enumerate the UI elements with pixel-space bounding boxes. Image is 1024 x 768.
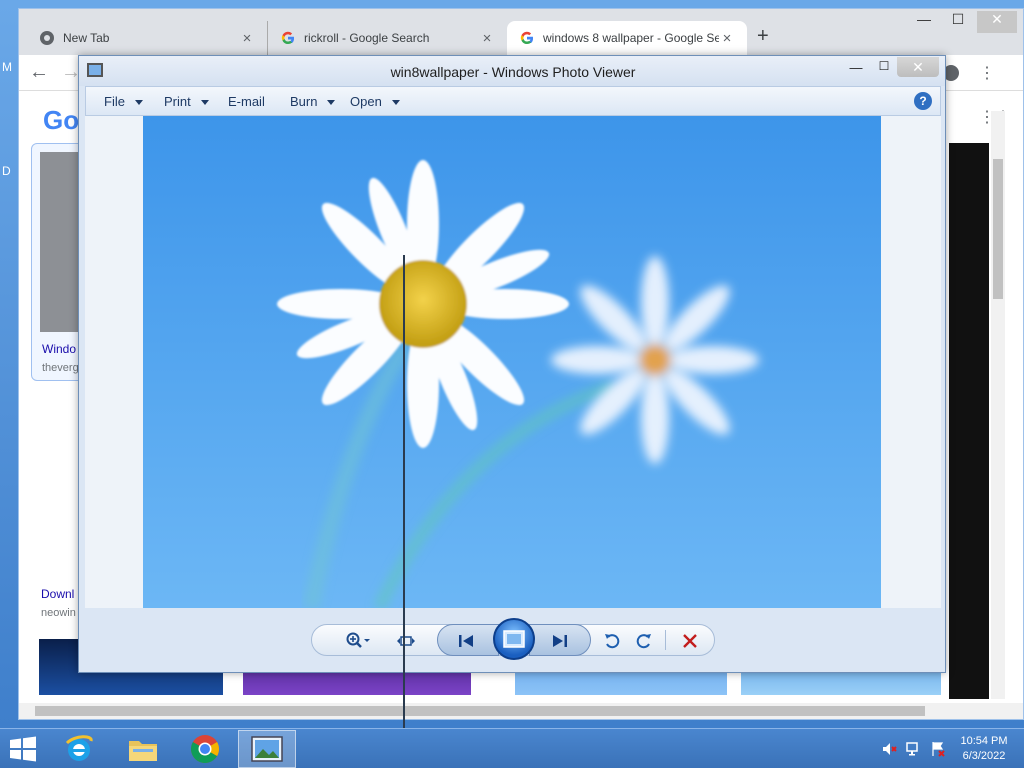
tab-rickroll-search[interactable]: rickroll - Google Search × (267, 21, 507, 55)
wallpaper-image (143, 116, 881, 608)
internet-explorer-icon (65, 735, 93, 761)
menu-label: File (104, 94, 125, 109)
tab-windows-8-wallpaper-search[interactable]: windows 8 wallpaper - Google Search × (507, 21, 747, 55)
menu-label: Print (164, 94, 191, 109)
system-tray: 10:54 PM 6/3/2022 (878, 729, 1024, 768)
taskbar-internet-explorer[interactable] (50, 730, 108, 768)
chevron-down-icon (200, 100, 209, 106)
minimize-button[interactable]: — (907, 11, 941, 33)
taskbar-chrome[interactable] (176, 730, 234, 768)
chrome-icon (40, 31, 54, 45)
command-bar: File Print E-mail Burn Open ? (85, 86, 941, 116)
result-title[interactable]: Windo (42, 342, 76, 356)
back-button[interactable]: ← (29, 61, 49, 84)
zoom-icon[interactable] (343, 630, 373, 652)
delete-icon[interactable] (679, 630, 701, 652)
desktop-edge-text: M (2, 60, 12, 74)
tab-close-icon[interactable]: × (239, 30, 255, 47)
file-explorer-icon (129, 741, 157, 761)
next-icon[interactable] (549, 630, 571, 652)
rotate-counterclockwise-icon[interactable] (601, 630, 623, 652)
burn-menu[interactable]: Burn (290, 94, 336, 109)
result-source: theverg (42, 362, 79, 374)
open-menu[interactable]: Open (350, 94, 400, 109)
tab-title: rickroll - Google Search (304, 31, 430, 45)
maximize-button[interactable]: ☐ (877, 59, 891, 73)
scrollbar-thumb[interactable] (993, 159, 1003, 299)
close-button[interactable]: ✕ (897, 57, 939, 77)
new-tab-button[interactable]: + (757, 25, 769, 48)
google-logo[interactable]: Go (43, 105, 79, 136)
chevron-down-icon (134, 100, 143, 106)
image-canvas (85, 116, 941, 608)
rotate-clockwise-icon[interactable] (633, 630, 655, 652)
result-title[interactable]: Downl (41, 587, 74, 601)
tab-close-icon[interactable]: × (479, 30, 495, 47)
photo-viewer-window: win8wallpaper - Windows Photo Viewer — ☐… (78, 55, 946, 673)
menu-label: E-mail (228, 94, 265, 109)
clock-time: 10:54 PM (960, 735, 1008, 747)
previous-icon[interactable] (455, 630, 477, 652)
email-button[interactable]: E-mail (228, 94, 265, 109)
help-icon[interactable]: ? (914, 92, 932, 110)
clock-date: 6/3/2022 (962, 750, 1006, 762)
close-button[interactable]: ✕ (977, 11, 1017, 33)
google-icon (520, 31, 534, 45)
menu-label: Burn (290, 94, 318, 109)
stray-line (403, 255, 405, 729)
fit-window-icon[interactable] (395, 630, 417, 652)
logo-text: Go (43, 105, 80, 135)
action-center-icon[interactable] (926, 737, 950, 761)
scrollbar-thumb[interactable] (35, 706, 925, 716)
horizontal-scrollbar[interactable] (19, 703, 1023, 719)
clock[interactable]: 10:54 PM 6/3/2022 (950, 734, 1024, 764)
menu-label: Open (350, 94, 382, 109)
title-bar[interactable]: win8wallpaper - Windows Photo Viewer — ☐… (79, 56, 945, 86)
result-source: neowin (41, 607, 76, 619)
taskbar: 10:54 PM 6/3/2022 (0, 728, 1024, 768)
print-menu[interactable]: Print (164, 94, 209, 109)
desktop-edge-text: D (2, 164, 11, 178)
taskbar-file-explorer[interactable] (114, 730, 172, 768)
google-icon (281, 31, 295, 45)
separator (665, 630, 666, 650)
viewer-controls (85, 608, 941, 666)
window-title: win8wallpaper - Windows Photo Viewer (390, 64, 636, 80)
network-icon[interactable] (902, 737, 926, 761)
volume-muted-icon[interactable] (878, 737, 902, 761)
maximize-button[interactable]: ☐ (941, 11, 975, 33)
tab-close-icon[interactable]: × (719, 30, 735, 47)
photo-viewer-icon (251, 736, 283, 762)
chrome-icon (191, 735, 219, 763)
taskbar-photo-viewer[interactable] (238, 730, 296, 768)
image-preview-panel (949, 143, 989, 699)
tab-strip: New Tab × rickroll - Google Search × win… (19, 9, 1023, 55)
vertical-scrollbar[interactable] (991, 111, 1005, 699)
minimize-button[interactable]: — (849, 60, 863, 75)
windows-logo-icon (10, 736, 36, 762)
file-menu[interactable]: File (104, 94, 143, 109)
tab-title: New Tab (63, 31, 110, 45)
chevron-down-icon (327, 100, 336, 106)
tab-new-tab[interactable]: New Tab × (27, 21, 267, 55)
chrome-menu-button[interactable]: ⋮ (979, 63, 995, 83)
start-button[interactable] (0, 730, 46, 768)
slideshow-icon[interactable] (493, 618, 535, 660)
chevron-down-icon (391, 100, 400, 106)
tab-title: windows 8 wallpaper - Google Search (543, 31, 719, 45)
